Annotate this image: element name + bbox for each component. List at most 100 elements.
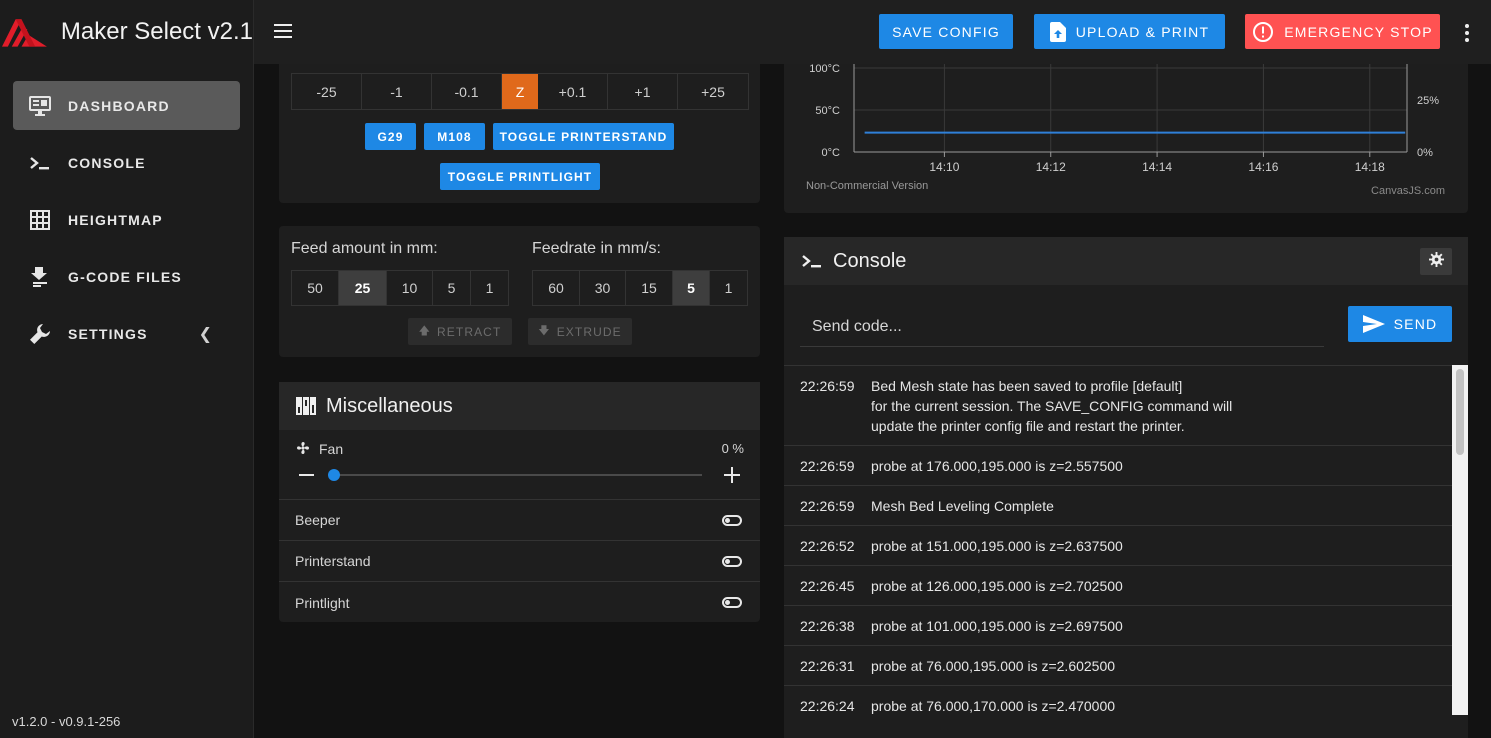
- console-card: Console SEND 22:26:59 Bed Mesh state has …: [784, 237, 1468, 738]
- feed-amount-label: Feed amount in mm:: [291, 240, 438, 257]
- feedrate-option[interactable]: 60: [533, 271, 580, 305]
- chart-x-tick-label: 14:10: [929, 160, 959, 174]
- console-log-row: 22:26:52 probe at 151.000,195.000 is z=2.…: [784, 526, 1452, 566]
- extruder-card: Feed amount in mm: Feedrate in mm/s: 50 …: [279, 226, 760, 357]
- console-log-row: 22:26:45 probe at 126.000,195.000 is z=2.…: [784, 566, 1452, 606]
- upload-print-label: UPLOAD & PRINT: [1075, 23, 1210, 40]
- console-log-message: probe at 76.000,195.000 is z=2.602500: [871, 658, 1116, 674]
- save-config-label: SAVE CONFIG: [892, 23, 1000, 40]
- sidebar-item-label: SETTINGS: [68, 325, 148, 342]
- macro-m108-button[interactable]: M108: [424, 123, 485, 150]
- macro-toggle-printlight-button[interactable]: TOGGLE PRINTLIGHT: [440, 163, 600, 190]
- fan-decrease-button[interactable]: [299, 474, 314, 476]
- brand-logo: [2, 19, 47, 47]
- sidebar-item-label: CONSOLE: [68, 154, 146, 171]
- feedrate-option[interactable]: 5: [673, 271, 710, 305]
- save-config-button[interactable]: SAVE CONFIG: [879, 14, 1013, 49]
- emergency-stop-button[interactable]: EMERGENCY STOP: [1245, 14, 1440, 49]
- feed-amount-selector: 50 25 10 5 1: [291, 270, 509, 306]
- upload-print-button[interactable]: UPLOAD & PRINT: [1034, 14, 1225, 49]
- sidebar-item-gcode-files[interactable]: G-CODE FILES: [13, 252, 240, 301]
- feedrate-option[interactable]: 1: [710, 271, 747, 305]
- feed-option[interactable]: 5: [433, 271, 471, 305]
- chart-y-tick-label: 0°C: [822, 147, 841, 159]
- console-log-row: 22:26:38 probe at 101.000,195.000 is z=2.…: [784, 606, 1452, 646]
- arrow-down-icon: 🡇: [538, 325, 551, 337]
- arrow-up-icon: 🡅: [418, 325, 432, 337]
- grid-icon: [27, 209, 53, 231]
- chart-watermark-right: CanvasJS.com: [1371, 185, 1445, 197]
- app-root: Maker Select v2.1 DASHBOARD CONSOLE HEIG…: [0, 0, 1491, 738]
- console-title: Console: [833, 249, 907, 272]
- printerstand-toggle[interactable]: [722, 556, 742, 567]
- sidebar-item-heightmap[interactable]: HEIGHTMAP: [13, 195, 240, 244]
- fan-slider-thumb[interactable]: [328, 469, 340, 481]
- miscellaneous-header: Miscellaneous: [279, 382, 760, 430]
- printlight-label: Printlight: [295, 594, 350, 611]
- sidebar-item-console[interactable]: CONSOLE: [13, 138, 240, 187]
- fan-slider[interactable]: [328, 469, 702, 481]
- console-scrollbar[interactable]: [1452, 365, 1468, 715]
- console-scrollbar-thumb[interactable]: [1456, 369, 1464, 455]
- sidebar-item-settings[interactable]: SETTINGS ❮: [13, 309, 240, 358]
- z-move-plus-1[interactable]: +1: [608, 74, 678, 109]
- extrude-label: EXTRUDE: [556, 324, 622, 339]
- console-log-row: 22:26:59 Bed Mesh state has been saved to…: [784, 366, 1452, 446]
- console-log-time: 22:26:59: [800, 498, 855, 514]
- gear-icon: [1428, 251, 1444, 272]
- console-log-message: probe at 76.000,170.000 is z=2.470000: [871, 698, 1116, 714]
- send-icon: [1362, 315, 1385, 333]
- sidebar: Maker Select v2.1 DASHBOARD CONSOLE HEIG…: [0, 0, 254, 738]
- printlight-toggle[interactable]: [722, 597, 742, 608]
- more-vert-icon[interactable]: [1465, 24, 1469, 45]
- feed-option[interactable]: 10: [387, 271, 433, 305]
- send-button[interactable]: SEND: [1348, 306, 1452, 342]
- z-move-minus-0-1[interactable]: -0.1: [432, 74, 502, 109]
- chart-x-tick-label: 14:14: [1142, 160, 1172, 174]
- sidebar-item-dashboard[interactable]: DASHBOARD: [13, 81, 240, 130]
- z-move-card: -25 -1 -0.1 Z +0.1 +1 +25 G29 M108 TOGGL…: [279, 64, 760, 203]
- feed-option[interactable]: 1: [471, 271, 508, 305]
- extrude-button[interactable]: 🡇 EXTRUDE: [528, 318, 632, 345]
- z-move-minus-1[interactable]: -1: [362, 74, 432, 109]
- beeper-row: Beeper: [279, 500, 760, 541]
- fan-increase-button[interactable]: [724, 467, 740, 483]
- chart-y-tick-label: 100°C: [809, 64, 840, 75]
- z-move-buttons: -25 -1 -0.1 Z +0.1 +1 +25: [291, 73, 749, 110]
- chart-x-tick-label: 14:16: [1248, 160, 1278, 174]
- chart-x-tick-label: 14:12: [1036, 160, 1066, 174]
- feed-option[interactable]: 50: [292, 271, 339, 305]
- z-move-plus-25[interactable]: +25: [678, 74, 748, 109]
- beeper-label: Beeper: [295, 512, 341, 528]
- console-log-time: 22:26:38: [800, 618, 855, 634]
- send-label: SEND: [1393, 316, 1438, 332]
- feedrate-option[interactable]: 15: [626, 271, 673, 305]
- console-input[interactable]: [800, 307, 1324, 347]
- z-move-plus-0-1[interactable]: +0.1: [538, 74, 608, 109]
- feedrate-option[interactable]: 30: [580, 271, 626, 305]
- menu-icon[interactable]: [274, 24, 292, 38]
- console-log-row: 22:26:31 probe at 76.000,195.000 is z=2.6…: [784, 646, 1452, 686]
- miscellaneous-title: Miscellaneous: [326, 394, 453, 417]
- macro-toggle-printerstand-button[interactable]: TOGGLE PRINTERSTAND: [493, 123, 674, 150]
- wrench-icon: [27, 323, 53, 345]
- chart-y2-tick-label: 25%: [1417, 95, 1439, 107]
- macro-g29-button[interactable]: G29: [365, 123, 416, 150]
- console-log-time: 22:26:31: [800, 658, 855, 674]
- feed-option[interactable]: 25: [339, 271, 387, 305]
- emergency-stop-label: EMERGENCY STOP: [1284, 23, 1433, 40]
- z-move-minus-25[interactable]: -25: [292, 74, 362, 109]
- sidebar-item-label: DASHBOARD: [68, 97, 170, 114]
- topbar: SAVE CONFIG UPLOAD & PRINT EMERGENCY STO…: [254, 0, 1491, 64]
- console-settings-button[interactable]: [1420, 248, 1452, 275]
- chevron-left-icon[interactable]: ❮: [199, 324, 212, 344]
- printerstand-row: Printerstand: [279, 541, 760, 582]
- retract-button[interactable]: 🡅 RETRACT: [408, 318, 512, 345]
- console-log-message: probe at 126.000,195.000 is z=2.702500: [871, 578, 1123, 594]
- beeper-toggle[interactable]: [722, 515, 742, 526]
- z-axis-label: Z: [502, 74, 538, 109]
- console-prompt-icon: [801, 253, 823, 269]
- console-log: 22:26:59 Bed Mesh state has been saved to…: [784, 365, 1452, 715]
- chart-grid: [854, 64, 1407, 152]
- temperature-chart: 100°C 50°C 0°C 25% 0% 14:10 14:12 14:14 14:16 14:…: [806, 64, 1445, 197]
